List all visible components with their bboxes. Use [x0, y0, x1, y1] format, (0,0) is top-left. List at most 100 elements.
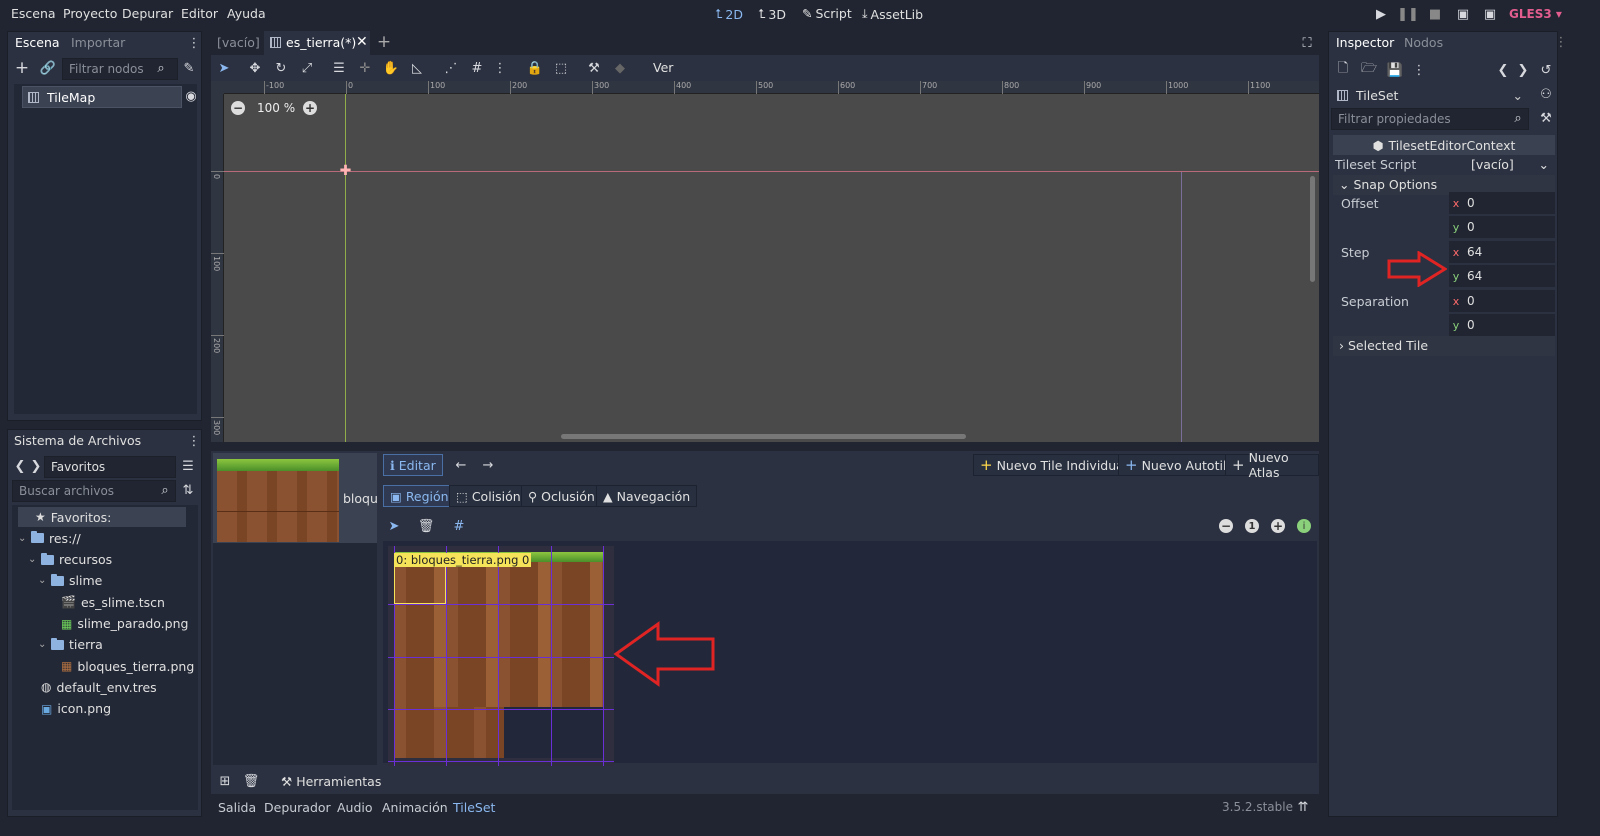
zoom-level[interactable]: 100 % [257, 101, 295, 115]
offset-x-field[interactable]: x0 [1449, 192, 1555, 214]
grid-icon[interactable]: # [451, 518, 467, 534]
file-tree-item[interactable]: ⌄ res:// [18, 528, 81, 548]
lock-icon[interactable]: 🔒 [526, 59, 544, 77]
pause-icon[interactable]: ❚❚ [1397, 6, 1419, 22]
tree-node-tilemap[interactable]: TileMap [22, 86, 182, 108]
collapse-icon[interactable]: ⌄ [38, 639, 46, 650]
ruler-tool-icon[interactable]: ◺ [408, 59, 426, 77]
zoom-reset-icon[interactable]: 1 [1245, 519, 1259, 533]
tab-animacion[interactable]: Animación [382, 800, 448, 815]
scale-tool-icon[interactable]: ⤢ [298, 59, 316, 77]
pivot-tool-icon[interactable]: ✛ [356, 59, 374, 77]
tileset-workspace[interactable]: 0: bloques_tierra.png 0 [383, 541, 1317, 766]
new-single-tile-button[interactable]: + Nuevo Tile Individual [973, 454, 1135, 476]
play-icon[interactable]: ▶ [1373, 6, 1389, 22]
fullscreen-icon[interactable]: ⛶ [1299, 35, 1315, 51]
file-tree-item[interactable]: ⌄ recursos [28, 550, 112, 570]
group-icon[interactable]: ⬚ [552, 59, 570, 77]
zoom-out-icon[interactable]: − [231, 101, 245, 115]
add-texture-icon[interactable]: ⊞ [217, 773, 233, 789]
forward-icon[interactable]: ❯ [30, 458, 42, 474]
zoom-in-icon[interactable]: + [303, 101, 317, 115]
snap-options-icon[interactable]: ⋮ [494, 59, 507, 77]
renderer-selector[interactable]: GLES3 ▾ [1509, 7, 1562, 21]
mode-occlusion-button[interactable]: ⚲ Oclusión [521, 485, 602, 507]
play-scene-icon[interactable]: ▣ [1455, 6, 1471, 22]
tab-nodos[interactable]: Nodos [1397, 32, 1450, 54]
new-autotile-button[interactable]: + Nuevo Autotile [1118, 454, 1242, 476]
path-field[interactable]: Favoritos [44, 456, 176, 478]
menu-proyecto[interactable]: Proyecto [63, 6, 117, 21]
more-options-icon[interactable]: ⋮ [1413, 62, 1426, 78]
next-arrow-icon[interactable]: → [480, 457, 496, 473]
file-tree-item[interactable]: ▦ bloques_tierra.png [48, 656, 194, 676]
list-select-icon[interactable]: ☰ [330, 59, 348, 77]
mode-region-button[interactable]: ▣ Región [383, 485, 456, 507]
save-icon[interactable]: 💾 [1387, 62, 1403, 78]
open-folder-icon[interactable]: 🗁 [1361, 61, 1377, 78]
file-tree-item[interactable]: ▣ icon.png [28, 699, 111, 719]
tab-importar[interactable]: Importar [64, 32, 132, 54]
horizontal-scrollbar[interactable] [561, 434, 966, 439]
back-icon[interactable]: ❮ [14, 458, 26, 474]
history-icon[interactable]: ↺ [1538, 62, 1554, 78]
canvas-viewport[interactable]: -100 0 100 200 300 400 500 600 700 800 900 1000 1100… [211, 81, 1319, 442]
sort-icon[interactable]: ⇅ [180, 482, 196, 498]
file-tree-item[interactable]: ▦ slime_parado.png [48, 614, 188, 634]
view-menu[interactable]: Ver [653, 60, 673, 75]
move-tool-icon[interactable]: ✥ [246, 59, 264, 77]
filter-properties-input[interactable]: Filtrar propiedades [1331, 108, 1529, 130]
tab-vacio[interactable]: [vacío] [211, 31, 266, 55]
file-tree-item[interactable]: ⌄ tierra [38, 635, 103, 655]
tab-depurador[interactable]: Depurador [264, 800, 331, 815]
workspace-3d[interactable]: ⮤ 3D [758, 6, 786, 22]
tools-menu[interactable]: ⚒ Herramientas [281, 774, 381, 789]
offset-y-field[interactable]: y0 [1449, 216, 1555, 238]
dock-menu-icon[interactable]: ⋮ [188, 433, 201, 449]
prev-arrow-icon[interactable]: ← [453, 457, 469, 473]
file-tree-item[interactable]: ⌄ slime [38, 571, 102, 591]
tab-inspector[interactable]: Inspector [1329, 32, 1402, 54]
help-icon[interactable]: i [1297, 519, 1311, 533]
mode-collision-button[interactable]: ⬚ Colisión [449, 485, 528, 507]
delete-icon[interactable]: 🗑 [418, 518, 435, 534]
zoom-out-icon[interactable]: − [1219, 519, 1233, 533]
tab-es-tierra[interactable]: es_tierra(*) ✕ [264, 31, 370, 55]
history-forward-icon[interactable]: ❯ [1517, 62, 1529, 78]
property-tools-icon[interactable]: ⚒ [1538, 110, 1554, 126]
tab-salida[interactable]: Salida [218, 800, 256, 815]
stop-icon[interactable]: ■ [1427, 6, 1443, 22]
object-tree-icon[interactable]: ⚇ [1538, 86, 1554, 102]
collapse-icon[interactable]: ⌄ [18, 533, 26, 544]
bone-icon[interactable]: ⚒ [585, 59, 603, 77]
pan-tool-icon[interactable]: ✋ [382, 59, 400, 77]
step-x-field[interactable]: x 64 [1449, 241, 1555, 263]
file-tree-item[interactable]: ★ Favoritos: [18, 507, 186, 527]
dock-menu-icon[interactable]: ⋮ [188, 35, 201, 51]
split-mode-icon[interactable]: ☰ [180, 458, 196, 474]
collapse-icon[interactable]: ⌄ [28, 554, 36, 565]
visibility-eye-icon[interactable]: ◉ [184, 89, 198, 104]
texture-item[interactable]: bloques_tierra.png [213, 453, 377, 543]
workspace-script[interactable]: ✎ Script [802, 6, 852, 21]
file-tree-item[interactable]: ◍ default_env.tres [28, 677, 157, 697]
script-selector[interactable]: [vacío] ⌄ [1445, 154, 1555, 176]
script-attach-icon[interactable]: ✎ [181, 60, 197, 76]
edit-button[interactable]: ℹ Editar [383, 454, 443, 476]
selected-tile-section[interactable]: › Selected Tile [1333, 336, 1555, 356]
grid-snap-icon[interactable]: # [468, 59, 486, 77]
camera-override-icon[interactable]: ◆ [611, 59, 629, 77]
separation-x-field[interactable]: x0 [1449, 290, 1555, 312]
link-icon[interactable]: 🔗 [40, 60, 56, 76]
expand-panel-icon[interactable]: ⇈ [1296, 800, 1310, 815]
history-back-icon[interactable]: ❮ [1497, 62, 1509, 78]
workspace-2d[interactable]: ⮤ 2D [715, 6, 743, 22]
separation-y-field[interactable]: y0 [1449, 314, 1555, 336]
mode-navigation-button[interactable]: ▲ Navegación [596, 485, 698, 507]
select-tool-icon[interactable]: ➤ [386, 518, 402, 534]
add-node-icon[interactable]: + [14, 58, 30, 78]
smart-snap-icon[interactable]: ⋰ [442, 59, 460, 77]
menu-ayuda[interactable]: Ayuda [227, 6, 266, 21]
select-tool-icon[interactable]: ➤ [215, 59, 233, 77]
menu-escena[interactable]: Escena [11, 6, 56, 21]
